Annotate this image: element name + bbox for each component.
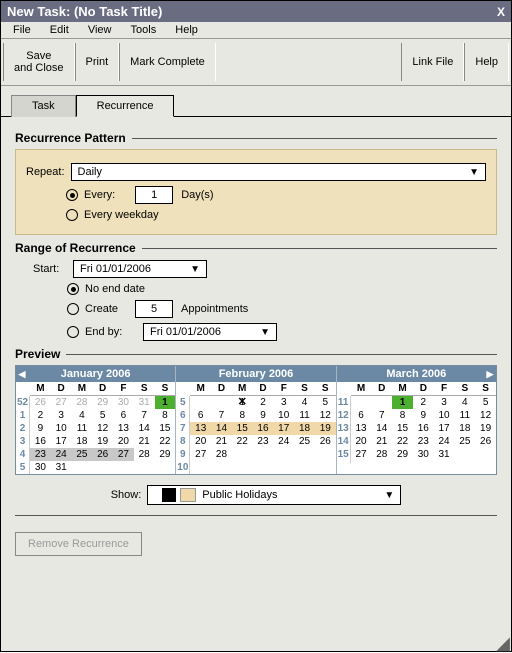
radio-create[interactable] [67, 303, 79, 315]
chevron-down-icon: ▼ [260, 327, 270, 338]
recurrence-pattern-label: Recurrence Pattern [15, 131, 126, 145]
start-label: Start: [33, 263, 67, 275]
link-file-button[interactable]: Link File [401, 43, 464, 81]
day-highlight[interactable]: 1 [392, 396, 413, 409]
repeat-value: Daily [78, 166, 102, 178]
chevron-down-icon: ▼ [384, 490, 394, 501]
month-label: March 2006 [386, 368, 446, 380]
calendar-march: March 2006▶ MDMDFSS 1112345 126789101112… [337, 366, 496, 474]
tab-bar: Task Recurrence [1, 86, 511, 117]
menu-file[interactable]: File [5, 22, 39, 38]
range-title: Range of Recurrence [15, 241, 136, 255]
show-select[interactable]: Public Holidays ▼ [147, 485, 401, 505]
calendar-preview: ◀January 2006 MDMDFSS 522627282930311 12… [15, 365, 497, 475]
calendar-january: ◀January 2006 MDMDFSS 522627282930311 12… [16, 366, 176, 474]
no-end-label: No end date [85, 283, 145, 295]
mark-complete-button[interactable]: Mark Complete [119, 43, 216, 81]
resize-grip-icon[interactable]: ◢ [496, 638, 508, 648]
show-value: Public Holidays [202, 489, 277, 501]
group-recurrence-pattern: Recurrence Pattern [15, 131, 497, 145]
repeat-label: Repeat: [26, 166, 65, 178]
create-label: Create [85, 303, 135, 315]
day-highlight[interactable]: 1 [155, 396, 176, 409]
group-preview: Preview [15, 347, 497, 361]
prev-month-icon[interactable]: ◀ [16, 369, 28, 380]
menu-view[interactable]: View [80, 22, 120, 38]
radio-no-end[interactable] [67, 283, 79, 295]
close-icon[interactable]: X [497, 5, 505, 19]
create-count-input[interactable]: 5 [135, 300, 173, 318]
chevron-down-icon: ▼ [190, 264, 200, 275]
menubar: File Edit View Tools Help [1, 22, 511, 39]
legend-swatch-icon [162, 488, 176, 502]
tab-task[interactable]: Task [11, 95, 76, 117]
radio-every[interactable] [66, 189, 78, 201]
tab-recurrence[interactable]: Recurrence [76, 95, 175, 117]
menu-help[interactable]: Help [167, 22, 206, 38]
days-label: Day(s) [181, 189, 213, 201]
titlebar: New Task: (No Task Title) X [1, 1, 511, 22]
show-label: Show: [111, 489, 142, 501]
month-label: February 2006 [219, 368, 294, 380]
save-close-button[interactable]: Save and Close [3, 43, 75, 81]
tab-content: Recurrence Pattern Repeat: Daily ▼ Every… [1, 117, 511, 564]
end-by-date-select[interactable]: Fri 01/01/2006 ▼ [143, 323, 277, 341]
every-label: Every: [84, 189, 115, 201]
repeat-select[interactable]: Daily ▼ [71, 163, 486, 181]
help-button[interactable]: Help [464, 43, 509, 81]
menu-tools[interactable]: Tools [123, 22, 165, 38]
legend-swatch-icon [180, 488, 196, 502]
remove-recurrence-button[interactable]: Remove Recurrence [15, 532, 142, 556]
every-value-input[interactable]: 1 [135, 186, 173, 204]
radio-weekday[interactable] [66, 209, 78, 221]
end-by-label: End by: [85, 326, 143, 338]
window-title: New Task: (No Task Title) [7, 4, 162, 19]
menu-edit[interactable]: Edit [42, 22, 77, 38]
chevron-down-icon: ▼ [469, 167, 479, 178]
pattern-box: Repeat: Daily ▼ Every: 1 Day(s) Every we… [15, 149, 497, 235]
start-date-value: Fri 01/01/2006 [80, 263, 151, 275]
toolbar-spacer [216, 43, 402, 81]
radio-end-by[interactable] [67, 326, 79, 338]
print-button[interactable]: Print [75, 43, 120, 81]
end-by-value: Fri 01/01/2006 [150, 326, 221, 338]
start-date-select[interactable]: Fri 01/01/2006 ▼ [73, 260, 207, 278]
day-crossed[interactable]: 1 [232, 396, 253, 409]
preview-title: Preview [15, 347, 60, 361]
next-month-icon[interactable]: ▶ [484, 369, 496, 380]
toolbar: Save and Close Print Mark Complete Link … [1, 39, 511, 86]
month-label: January 2006 [61, 368, 131, 380]
calendar-february: February 2006 MDMDFSS 512345 66789101112… [176, 366, 336, 474]
group-range: Range of Recurrence [15, 241, 497, 255]
appointments-label: Appointments [181, 303, 248, 315]
weekday-label: Every weekday [84, 209, 159, 221]
